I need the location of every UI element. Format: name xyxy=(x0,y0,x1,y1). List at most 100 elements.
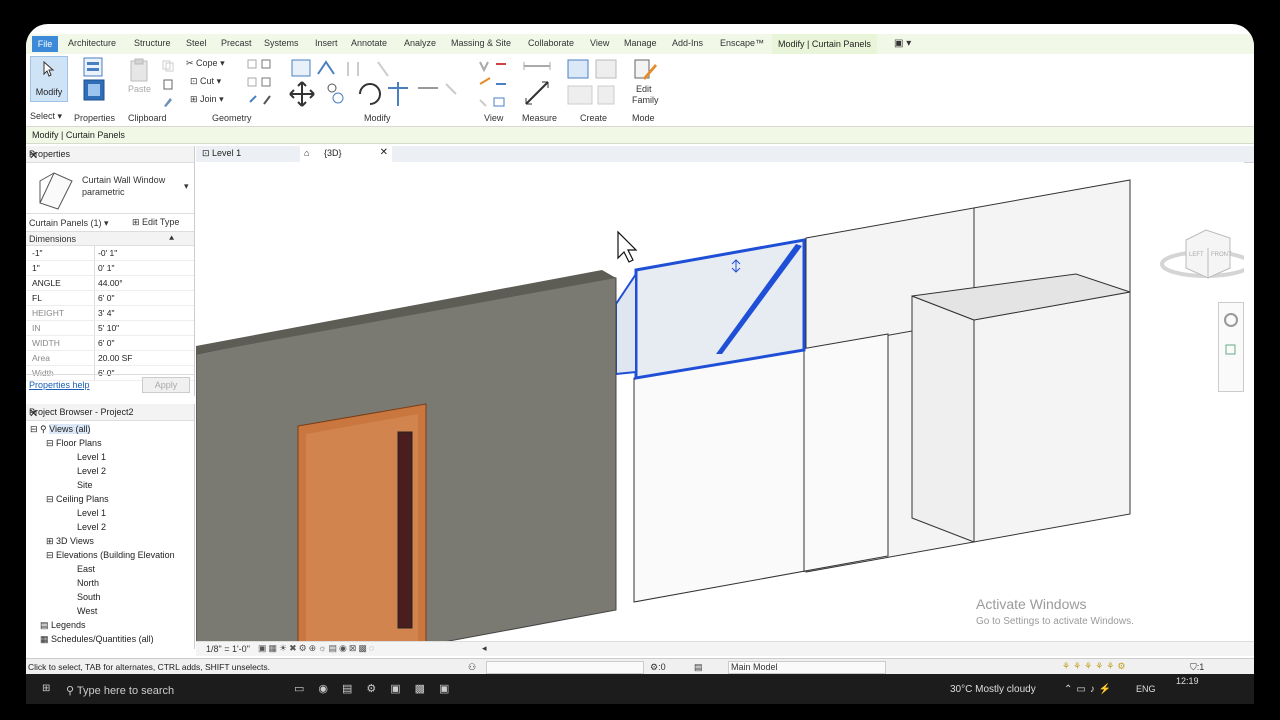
view-tab-3d[interactable]: ⌂ {3D} ✕ xyxy=(300,146,392,162)
type-selector[interactable]: Curtain Wall Window parametric ▾ xyxy=(26,163,194,214)
parameter-row[interactable]: IN 5' 10" xyxy=(26,321,194,336)
parameter-row[interactable]: FL 6' 0" xyxy=(26,291,194,306)
taskbar-search-box[interactable]: ⚲ Type here to search xyxy=(66,684,174,697)
parameter-value[interactable]: 5' 10" xyxy=(98,323,119,333)
clock-time[interactable]: 12:19 xyxy=(1176,676,1199,686)
tab-systems[interactable]: Systems xyxy=(264,38,299,48)
tab-analyze[interactable]: Analyze xyxy=(404,38,436,48)
design-options-icon[interactable]: ▤ xyxy=(694,662,703,673)
tree-item-fp-site[interactable]: Site xyxy=(77,480,93,490)
tree-node-legends[interactable]: ▤ Legends xyxy=(40,620,86,631)
collapse-icon[interactable]: ⯅ xyxy=(168,233,175,244)
language-indicator[interactable]: ENG xyxy=(1136,684,1156,694)
edit-family-button[interactable]: Edit Family xyxy=(630,56,662,106)
3d-view-canvas[interactable]: LEFT FRONT Activate Windows Go to Settin… xyxy=(196,162,1244,642)
modify-tools-icon[interactable] xyxy=(288,58,468,112)
tab-massing-site[interactable]: Massing & Site xyxy=(451,38,511,48)
view-tools-icon[interactable] xyxy=(474,58,514,110)
geometry-tools-icon[interactable] xyxy=(246,58,286,110)
tab-precast[interactable]: Precast xyxy=(221,38,252,48)
tree-node-floor-plans[interactable]: ⊟ Floor Plans xyxy=(46,438,102,449)
worksets-icon[interactable]: ⚇ xyxy=(468,662,476,673)
steering-wheel-icon[interactable] xyxy=(1220,309,1242,331)
create-tools-icon[interactable] xyxy=(566,58,622,110)
quick-access-icon[interactable]: ▣ ▾ xyxy=(894,38,911,49)
tab-view[interactable]: View xyxy=(590,38,609,48)
curtain-wall-lower-left[interactable] xyxy=(633,333,889,603)
filter-icon[interactable]: ⛉:1 xyxy=(1190,662,1204,673)
dimensions-group-header[interactable]: Dimensions ⯅ xyxy=(26,232,194,246)
tree-item-cp-level-2[interactable]: Level 2 xyxy=(77,522,106,532)
tree-node-ceiling-plans[interactable]: ⊟ Ceiling Plans xyxy=(46,494,109,505)
close-icon[interactable]: ✕ xyxy=(29,149,190,162)
tab-file[interactable]: File xyxy=(32,36,58,52)
scroll-left-icon[interactable]: ◂ xyxy=(482,643,487,654)
active-model-dropdown[interactable]: Main Model xyxy=(728,661,886,674)
cut-clipboard-icon[interactable] xyxy=(162,78,174,90)
zoom-icon[interactable] xyxy=(1220,339,1242,361)
match-properties-icon[interactable] xyxy=(162,96,174,108)
copy-icon[interactable] xyxy=(162,60,174,72)
tree-item-cp-level-1[interactable]: Level 1 xyxy=(77,508,106,518)
parameter-value[interactable]: 3' 4" xyxy=(98,308,114,318)
navigation-bar[interactable] xyxy=(1218,302,1244,392)
tab-collaborate[interactable]: Collaborate xyxy=(528,38,574,48)
close-icon[interactable]: ✕ xyxy=(380,147,388,158)
parameter-row[interactable]: -1" -0' 1" xyxy=(26,246,194,261)
join-button[interactable]: ⊞ Join ▾ xyxy=(190,94,224,105)
view-tab-level-1[interactable]: ⊡ Level 1 xyxy=(202,148,241,159)
parameter-value[interactable]: 6' 0" xyxy=(98,293,114,303)
tree-node-elevations[interactable]: ⊟ Elevations (Building Elevation xyxy=(46,550,175,561)
close-icon[interactable]: ✕ xyxy=(29,407,190,420)
tab-add-ins[interactable]: Add-Ins xyxy=(672,38,703,48)
tab-modify-curtain-panels[interactable]: Modify | Curtain Panels xyxy=(772,34,877,54)
tree-node-views-all[interactable]: ⊟ ⚲ Views (all) xyxy=(30,424,91,435)
tab-enscape[interactable]: Enscape™ xyxy=(720,38,764,48)
tree-item-elev-south[interactable]: South xyxy=(77,592,101,602)
parameter-value[interactable]: 6' 0" xyxy=(98,338,114,348)
system-tray-icons[interactable]: ⌃▭♪⚡ xyxy=(1064,684,1115,695)
tab-structure[interactable]: Structure xyxy=(134,38,171,48)
measure-tool-icon[interactable] xyxy=(520,58,556,110)
paste-button[interactable]: Paste xyxy=(126,58,154,98)
select-dropdown[interactable]: Select ▾ xyxy=(30,111,62,122)
cut-button[interactable]: ⊡ Cut ▾ xyxy=(190,76,221,87)
parameter-row[interactable]: ANGLE 44.00° xyxy=(26,276,194,291)
parameter-row[interactable]: Area 20.00 SF xyxy=(26,351,194,366)
apply-button[interactable]: Apply xyxy=(142,377,190,393)
tab-steel[interactable]: Steel xyxy=(186,38,207,48)
cope-button[interactable]: ✂ Cope ▾ xyxy=(186,58,225,69)
design-option-dropdown[interactable] xyxy=(486,661,644,674)
tab-architecture[interactable]: Architecture xyxy=(68,38,116,48)
parameter-row[interactable]: WIDTH 6' 0" xyxy=(26,336,194,351)
tree-node-schedules[interactable]: ▦ Schedules/Quantities (all) xyxy=(40,634,154,645)
selection-toggle-icons[interactable]: ⚘⚘⚘⚘⚘⚙ xyxy=(1062,661,1128,672)
edit-type-button[interactable]: ⊞ Edit Type xyxy=(132,217,179,228)
parameter-row[interactable]: HEIGHT 3' 4" xyxy=(26,306,194,321)
tab-insert[interactable]: Insert xyxy=(315,38,338,48)
parameter-value[interactable]: 44.00° xyxy=(98,278,123,288)
tree-item-elev-west[interactable]: West xyxy=(77,606,97,616)
weather-widget[interactable]: 30°C Mostly cloudy xyxy=(950,684,1036,695)
tree-item-elev-north[interactable]: North xyxy=(77,578,99,588)
tree-item-fp-level-2[interactable]: Level 2 xyxy=(77,466,106,476)
tab-manage[interactable]: Manage xyxy=(624,38,657,48)
view-scale[interactable]: 1/8" = 1'-0" xyxy=(206,644,250,654)
properties-button[interactable] xyxy=(80,56,108,104)
modify-button[interactable]: Modify xyxy=(30,56,68,102)
pinned-apps-icons[interactable]: ▭◉▤⚙▣▩▣ xyxy=(294,682,463,695)
properties-help-link[interactable]: Properties help xyxy=(29,380,90,390)
view-control-icons[interactable]: ▣▦☀✖⚙⊕☼▤◉⊠▩◌ xyxy=(258,643,376,654)
tree-node-3d-views[interactable]: ⊞ 3D Views xyxy=(46,536,94,547)
tree-item-elev-east[interactable]: East xyxy=(77,564,95,574)
parameter-value[interactable]: -0' 1" xyxy=(98,248,117,258)
parameter-value[interactable]: 0' 1" xyxy=(98,263,114,273)
instance-selector[interactable]: Curtain Panels (1) ▾ xyxy=(29,218,109,229)
tree-item-fp-level-1[interactable]: Level 1 xyxy=(77,452,106,462)
chevron-down-icon[interactable]: ▾ xyxy=(184,181,189,192)
angled-panel[interactable] xyxy=(911,295,975,543)
viewcube[interactable]: LEFT FRONT xyxy=(1160,229,1244,279)
windows-start-icon[interactable]: ⊞ xyxy=(42,683,50,694)
parameter-value[interactable]: 20.00 SF xyxy=(98,353,133,363)
tab-annotate[interactable]: Annotate xyxy=(351,38,387,48)
